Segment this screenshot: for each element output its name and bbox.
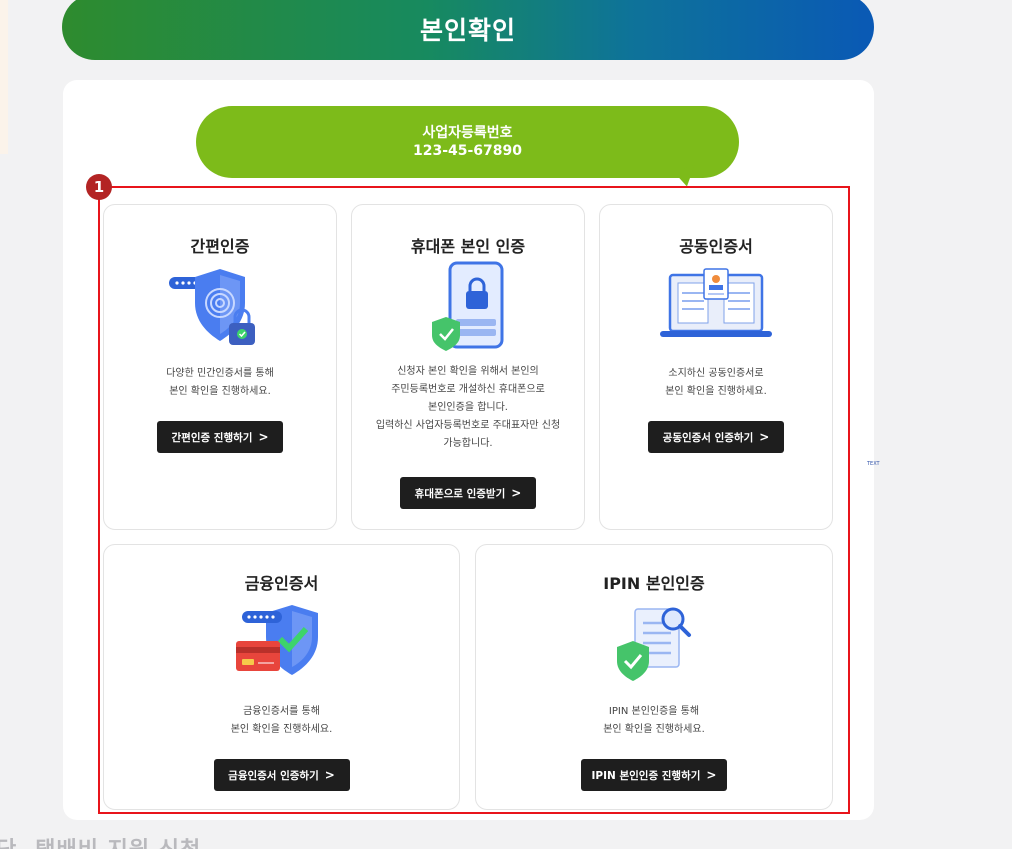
chevron-right-icon: > [258, 430, 269, 444]
chevron-right-icon: > [759, 430, 770, 444]
financial-cert-auth-button[interactable]: 금융인증서 인증하기 > [213, 759, 350, 791]
card-description: 소지하신 공동인증서로 본인 확인을 진행하세요. [665, 368, 767, 397]
card-title: 휴대폰 본인 인증 [410, 237, 526, 256]
bottom-heading: 단. 택배비 지원 신청 [0, 832, 201, 849]
side-tab [0, 0, 8, 154]
business-number-value: 123-45-67890 [412, 143, 523, 159]
phone-lock-shield-icon [418, 261, 518, 351]
page-header: 본인확인 [62, 0, 874, 60]
simple-auth-button[interactable]: 간편인증 진행하기 > [157, 421, 283, 453]
card-description: 다양한 민간인증서를 통해 본인 확인을 진행하세요. [166, 368, 274, 397]
annotation-marker: 1 [86, 174, 112, 200]
chevron-right-icon: > [706, 768, 717, 782]
tiny-label: TEXT [867, 461, 880, 467]
card-description: 신청자 본인 확인을 위해서 본인의 주민등록번호로 개설하신 휴대폰으로 본인… [375, 366, 561, 449]
auth-card-simple: 간편인증 다양한 민간인증서를 통해 본인 확인을 진행하세요. 간편인증 진행… [103, 204, 337, 530]
auth-card-financial-cert: 금융인증서 금융인증서를 통해 본인 확인을 진행하세요. 금융인증서 인증하기… [103, 544, 460, 810]
auth-card-phone: 휴대폰 본인 인증 신청자 본인 확인을 위해서 본인의 주민등록번호로 개설하… [351, 204, 585, 530]
shield-fingerprint-lock-icon [165, 263, 275, 353]
chevron-right-icon: > [511, 486, 522, 500]
laptop-certificate-icon [656, 267, 776, 343]
auth-card-joint-cert: 공동인증서 소지하신 공동인증서로 본인 확인을 진행하세요. 공동인증서 인증… [599, 204, 833, 530]
card-description: 금융인증서를 통해 본인 확인을 진행하세요. [230, 706, 333, 735]
document-magnifier-shield-icon [609, 603, 699, 683]
phone-auth-button[interactable]: 휴대폰으로 인증받기 > [400, 477, 536, 509]
ipin-auth-button[interactable]: IPIN 본인인증 진행하기 > [581, 759, 727, 791]
auth-card-ipin: IPIN 본인인증 IPIN 본인인증을 통해 본인 확인을 진행하세요. IP… [475, 544, 833, 810]
business-number-bubble: 사업자등록번호 123-45-67890 [196, 106, 739, 178]
joint-cert-auth-button[interactable]: 공동인증서 인증하기 > [648, 421, 784, 453]
business-number-label: 사업자등록번호 [422, 125, 513, 141]
card-title: 공동인증서 [679, 237, 753, 256]
chevron-right-icon: > [324, 768, 335, 782]
card-description: IPIN 본인인증을 통해 본인 확인을 진행하세요. [603, 706, 705, 735]
card-title: 금융인증서 [244, 574, 319, 593]
page-title: 본인확인 [419, 16, 516, 45]
card-title: 간편인증 [190, 237, 250, 256]
shield-card-check-icon [232, 603, 332, 679]
card-title: IPIN 본인인증 [603, 574, 705, 593]
